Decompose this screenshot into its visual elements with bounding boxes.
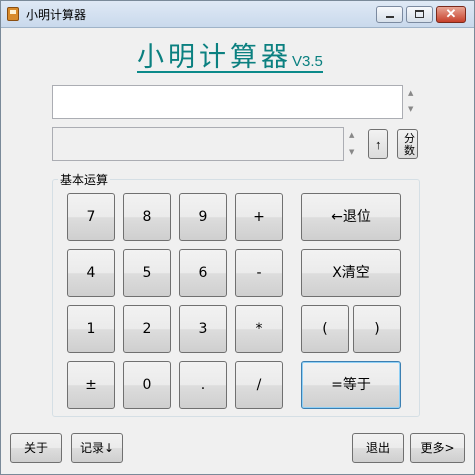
maximize-button[interactable] [406, 6, 433, 23]
key-7[interactable]: 7 [67, 193, 115, 241]
key-0[interactable]: 0 [123, 361, 171, 409]
key-2[interactable]: 2 [123, 305, 171, 353]
key-plus-minus[interactable]: ± [67, 361, 115, 409]
key-3[interactable]: 3 [179, 305, 227, 353]
basic-operations-label: 基本运算 [58, 171, 111, 188]
key-6[interactable]: 6 [179, 249, 227, 297]
app-title: 小明计算器V3.5 [137, 35, 323, 73]
calculator-window: 小明计算器 ✕ 小明计算器V3.5 ▲ ▼ ▲ ▼ ↑ 分数 基本运算 7 8 … [0, 0, 475, 475]
open-paren-button[interactable]: ( [301, 305, 349, 353]
about-button[interactable]: 关于 [10, 433, 62, 463]
app-version: V3.5 [292, 53, 323, 70]
minimize-icon [386, 16, 394, 18]
key-9[interactable]: 9 [179, 193, 227, 241]
window-title: 小明计算器 [26, 8, 87, 22]
history-button[interactable]: 记录↓ [71, 433, 123, 463]
key-5[interactable]: 5 [123, 249, 171, 297]
close-paren-button[interactable]: ) [353, 305, 401, 353]
superscript-button[interactable]: ↑ [368, 129, 388, 159]
result-display [52, 127, 344, 161]
clear-button[interactable]: X清空 [301, 249, 401, 297]
key-multiply[interactable]: * [235, 305, 283, 353]
calculator-app-icon [7, 7, 19, 21]
title-bar[interactable]: 小明计算器 ✕ [1, 1, 474, 28]
key-1[interactable]: 1 [67, 305, 115, 353]
equals-button[interactable]: =等于 [301, 361, 401, 409]
key-divide[interactable]: / [235, 361, 283, 409]
expression-input[interactable] [52, 85, 403, 119]
key-decimal[interactable]: . [179, 361, 227, 409]
result-scroll-down-icon[interactable]: ▼ [349, 148, 354, 156]
fraction-button[interactable]: 分数 [397, 129, 418, 159]
key-plus[interactable]: + [235, 193, 283, 241]
more-button[interactable]: 更多> [410, 433, 465, 463]
minimize-button[interactable] [376, 6, 403, 23]
app-name: 小明计算器 [137, 42, 292, 73]
maximize-icon [415, 10, 424, 18]
backspace-button[interactable]: ←退位 [301, 193, 401, 241]
exit-button[interactable]: 退出 [352, 433, 404, 463]
input-scroll-down-icon[interactable]: ▼ [408, 105, 413, 113]
result-scroll-up-icon[interactable]: ▲ [349, 131, 354, 139]
key-4[interactable]: 4 [67, 249, 115, 297]
close-icon: ✕ [445, 6, 457, 21]
input-scroll-up-icon[interactable]: ▲ [408, 89, 413, 97]
close-button[interactable]: ✕ [436, 6, 466, 23]
key-8[interactable]: 8 [123, 193, 171, 241]
key-minus[interactable]: - [235, 249, 283, 297]
